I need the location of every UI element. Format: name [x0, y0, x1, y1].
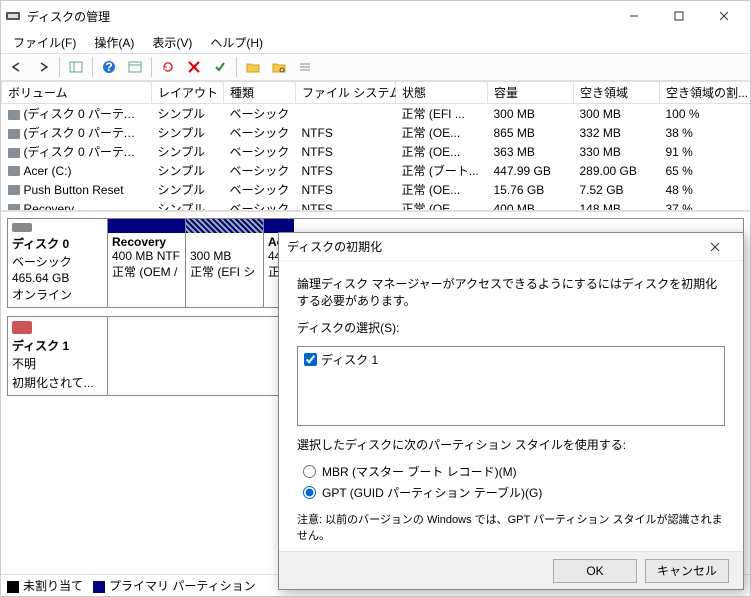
menu-help[interactable]: ヘルプ(H) [202, 32, 271, 53]
table-row[interactable]: (ディスク 0 パーティシ...シンプルベーシックNTFS正常 (OE...86… [2, 123, 751, 142]
col-fs[interactable]: ファイル システム [296, 82, 396, 104]
disk-select-item[interactable]: ディスク 1 [304, 351, 718, 368]
table-row[interactable]: (ディスク 0 パーティシ...シンプルベーシック正常 (EFI ...300 … [2, 104, 751, 124]
back-button[interactable] [5, 55, 29, 79]
forward-button[interactable] [31, 55, 55, 79]
col-capacity[interactable]: 容量 [488, 82, 574, 104]
dialog-title: ディスクの初期化 [287, 238, 695, 255]
col-free[interactable]: 空き領域 [574, 82, 660, 104]
legend-primary: プライマリ パーティション [109, 579, 256, 593]
folder-search-icon[interactable] [267, 55, 291, 79]
col-type[interactable]: 種類 [224, 82, 296, 104]
refresh-icon[interactable] [156, 55, 180, 79]
app-icon [5, 8, 21, 24]
disk-icon [12, 223, 32, 232]
volume-icon [8, 129, 20, 139]
disk-icon [12, 321, 32, 334]
folder-icon[interactable] [241, 55, 265, 79]
volume-icon [8, 166, 20, 176]
mbr-radio[interactable] [303, 465, 316, 478]
dialog-message: 論理ディスク マネージャーがアクセスできるようにするにはディスクを初期化する必要… [297, 275, 725, 309]
disk1-checkbox[interactable] [304, 353, 317, 366]
volume-icon [8, 204, 20, 211]
list-icon[interactable] [293, 55, 317, 79]
help-button[interactable]: ? [97, 55, 121, 79]
menu-file[interactable]: ファイル(F) [5, 32, 84, 53]
cancel-button[interactable]: キャンセル [645, 559, 729, 583]
table-row[interactable]: Acer (C:)シンプルベーシックNTFS正常 (ブート...447.99 G… [2, 161, 751, 180]
partition-bar [264, 219, 294, 233]
menu-action[interactable]: 操作(A) [86, 32, 142, 53]
col-volume[interactable]: ボリューム [2, 82, 152, 104]
disk0-type: ベーシック [12, 253, 103, 270]
legend-unalloc: 未割り当て [23, 579, 83, 593]
mbr-label: MBR (マスター ブート レコード)(M) [322, 463, 517, 480]
gpt-option[interactable]: GPT (GUID パーティション テーブル)(G) [303, 484, 725, 501]
menu-view[interactable]: 表示(V) [144, 32, 200, 53]
disk0-size: 465.64 GB [12, 271, 103, 285]
partition-bar [108, 219, 185, 233]
dialog-close-button[interactable] [695, 233, 735, 261]
col-status[interactable]: 状態 [396, 82, 488, 104]
partition[interactable]: Recovery400 MB NTF正常 (OEM / [108, 219, 186, 307]
delete-icon[interactable] [182, 55, 206, 79]
gpt-label: GPT (GUID パーティション テーブル)(G) [322, 484, 542, 501]
legend-primary-swatch [93, 581, 105, 593]
dialog-note: 注意: 以前のバージョンの Windows では、GPT パーティション スタイ… [297, 511, 725, 543]
disk1-item-label: ディスク 1 [321, 351, 378, 368]
disk-select-label: ディスクの選択(S): [297, 319, 725, 336]
volume-icon [8, 110, 20, 120]
table-row[interactable]: RecoveryシンプルベーシックNTFS正常 (OE...400 MB148 … [2, 199, 751, 211]
gpt-radio[interactable] [303, 486, 316, 499]
maximize-button[interactable] [656, 1, 701, 31]
mbr-option[interactable]: MBR (マスター ブート レコード)(M) [303, 463, 725, 480]
disk-select-list[interactable]: ディスク 1 [297, 346, 725, 426]
menubar: ファイル(F) 操作(A) 表示(V) ヘルプ(H) [1, 31, 750, 53]
window-title: ディスクの管理 [27, 8, 611, 25]
titlebar: ディスクの管理 [1, 1, 750, 31]
ok-button[interactable]: OK [553, 559, 637, 583]
show-hide-tree-button[interactable] [64, 55, 88, 79]
disk0-name: ディスク 0 [12, 235, 103, 252]
table-row[interactable]: (ディスク 0 パーティシ...シンプルベーシックNTFS正常 (OE...36… [2, 142, 751, 161]
volume-table[interactable]: ボリューム レイアウト 種類 ファイル システム 状態 容量 空き領域 空き領域… [1, 81, 750, 211]
disk0-status: オンライン [12, 286, 103, 303]
dialog-titlebar: ディスクの初期化 [279, 233, 743, 261]
disk1-status: 初期化されて... [12, 374, 103, 391]
toolbar: ? [1, 53, 750, 81]
table-row[interactable]: Push Button ResetシンプルベーシックNTFS正常 (OE...1… [2, 180, 751, 199]
col-layout[interactable]: レイアウト [152, 82, 224, 104]
disk0-header: ディスク 0 ベーシック 465.64 GB オンライン [8, 219, 108, 307]
disk1-type: 不明 [12, 355, 103, 372]
partition-style-label: 選択したディスクに次のパーティション スタイルを使用する: [297, 436, 725, 453]
initialize-disk-dialog: ディスクの初期化 論理ディスク マネージャーがアクセスできるようにするにはディス… [278, 232, 744, 590]
disk1-name: ディスク 1 [12, 337, 103, 354]
volume-list-pane: ボリューム レイアウト 種類 ファイル システム 状態 容量 空き領域 空き領域… [1, 81, 750, 211]
partition-bar [186, 219, 263, 233]
partition[interactable]: 300 MB正常 (EFI シ [186, 219, 264, 307]
volume-icon [8, 148, 20, 158]
disk1-header: ディスク 1 不明 初期化されて... [8, 317, 108, 395]
legend-unalloc-swatch [7, 581, 19, 593]
check-icon[interactable] [208, 55, 232, 79]
close-button[interactable] [701, 1, 746, 31]
svg-text:?: ? [105, 60, 112, 74]
properties-button[interactable] [123, 55, 147, 79]
col-freepct[interactable]: 空き領域の割... [660, 82, 751, 104]
minimize-button[interactable] [611, 1, 656, 31]
volume-icon [8, 185, 20, 195]
